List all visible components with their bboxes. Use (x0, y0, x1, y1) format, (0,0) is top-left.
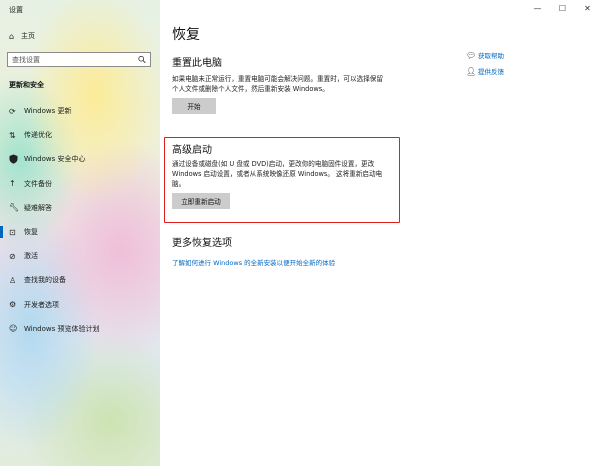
window-controls: — ☐ ✕ (525, 0, 600, 16)
help-chat-icon: 💬︎ (466, 50, 477, 60)
advanced-description-line3: 脑。 (172, 180, 186, 188)
search-box[interactable] (7, 52, 151, 67)
sidebar: 设置 ⌂ 主页 更新和安全 ⟳ Windows 更新 ⇅ 传递优化 Window… (0, 0, 160, 466)
sidebar-item-label: 激活 (24, 252, 38, 261)
sidebar-item-insider-program[interactable]: ☺ Windows 预览体验计划 (0, 317, 160, 341)
reset-description-line1: 如果电脑未正常运行，重置电脑可能会解决问题。重置时，可以选择保留 (172, 75, 383, 83)
sidebar-nav: ⟳ Windows 更新 ⇅ 传递优化 Windows 安全中心 ↑ 文件备份 … (0, 99, 160, 341)
reset-description-line2: 个人文件或删除个人文件，然后重新安装 Windows。 (172, 85, 329, 93)
feedback-label: 提供反馈 (478, 68, 504, 76)
sidebar-item-find-my-device[interactable]: ♙ 查找我的设备 (0, 268, 160, 292)
restart-now-button[interactable]: 立即重新启动 (172, 193, 230, 209)
section-title: 更新和安全 (9, 81, 44, 89)
delivery-icon: ⇅ (9, 130, 16, 140)
sidebar-item-label: Windows 安全中心 (24, 155, 86, 164)
sidebar-item-label: 传递优化 (24, 131, 52, 140)
feedback-link[interactable]: 👤︎ 提供反馈 (466, 66, 504, 77)
window-title: 设置 (9, 6, 23, 14)
minimize-button[interactable]: — (525, 0, 550, 16)
recovery-icon: ⊡ (9, 227, 16, 237)
search-icon[interactable] (138, 55, 146, 64)
shield-icon (9, 154, 24, 165)
home-nav[interactable]: ⌂ 主页 (9, 31, 35, 41)
more-recovery-heading: 更多恢复选项 (172, 238, 232, 249)
sidebar-item-backup[interactable]: ↑ 文件备份 (0, 172, 160, 196)
sidebar-item-developer-options[interactable]: ⚙ 开发者选项 (0, 293, 160, 317)
developer-icon: ⚙ (9, 300, 17, 310)
sidebar-item-label: Windows 预览体验计划 (24, 324, 100, 333)
sidebar-item-recovery[interactable]: ⊡ 恢复 (0, 220, 160, 244)
advanced-startup-heading: 高级启动 (172, 145, 212, 156)
feedback-person-icon: 👤︎ (466, 66, 477, 76)
home-label: 主页 (21, 32, 35, 40)
sidebar-item-delivery-optimization[interactable]: ⇅ 传递优化 (0, 123, 160, 147)
fresh-start-link[interactable]: 了解如何进行 Windows 的全新安装以便开始全新的体验 (172, 257, 335, 267)
person-pin-icon: ♙ (9, 275, 17, 285)
advanced-description-line2: Windows 启动设置，或者从系统映像还原 Windows。 这将重新启动电 (172, 170, 383, 178)
page-title: 恢复 (172, 27, 200, 43)
start-reset-button[interactable]: 开始 (172, 98, 216, 114)
reset-heading: 重置此电脑 (172, 58, 222, 69)
home-icon: ⌂ (9, 31, 15, 41)
sidebar-item-windows-security[interactable]: Windows 安全中心 (0, 147, 160, 171)
sidebar-item-label: 疑难解答 (24, 203, 52, 212)
wrench-icon: 🔧︎ (9, 203, 20, 213)
sidebar-item-label: 恢复 (24, 228, 38, 237)
sidebar-item-label: 开发者选项 (24, 300, 59, 309)
insider-icon: ☺ (9, 324, 18, 334)
get-help-label: 获取帮助 (478, 52, 504, 60)
check-circle-icon: ⊘ (9, 251, 16, 261)
maximize-button[interactable]: ☐ (550, 0, 575, 16)
sidebar-item-activation[interactable]: ⊘ 激活 (0, 244, 160, 268)
backup-arrow-icon: ↑ (9, 179, 16, 189)
sidebar-item-label: 文件备份 (24, 179, 52, 188)
sidebar-item-label: Windows 更新 (24, 107, 72, 116)
refresh-icon: ⟳ (9, 106, 16, 116)
close-button[interactable]: ✕ (575, 0, 600, 16)
sidebar-item-windows-update[interactable]: ⟳ Windows 更新 (0, 99, 160, 123)
advanced-description-line1: 通过设备或磁盘(如 U 盘或 DVD)启动，更改你的电脑固件设置，更改 (172, 160, 375, 168)
sidebar-item-label: 查找我的设备 (24, 276, 66, 285)
sidebar-item-troubleshoot[interactable]: 🔧︎ 疑难解答 (0, 196, 160, 220)
get-help-link[interactable]: 💬︎ 获取帮助 (466, 50, 504, 61)
search-input[interactable] (12, 55, 132, 64)
